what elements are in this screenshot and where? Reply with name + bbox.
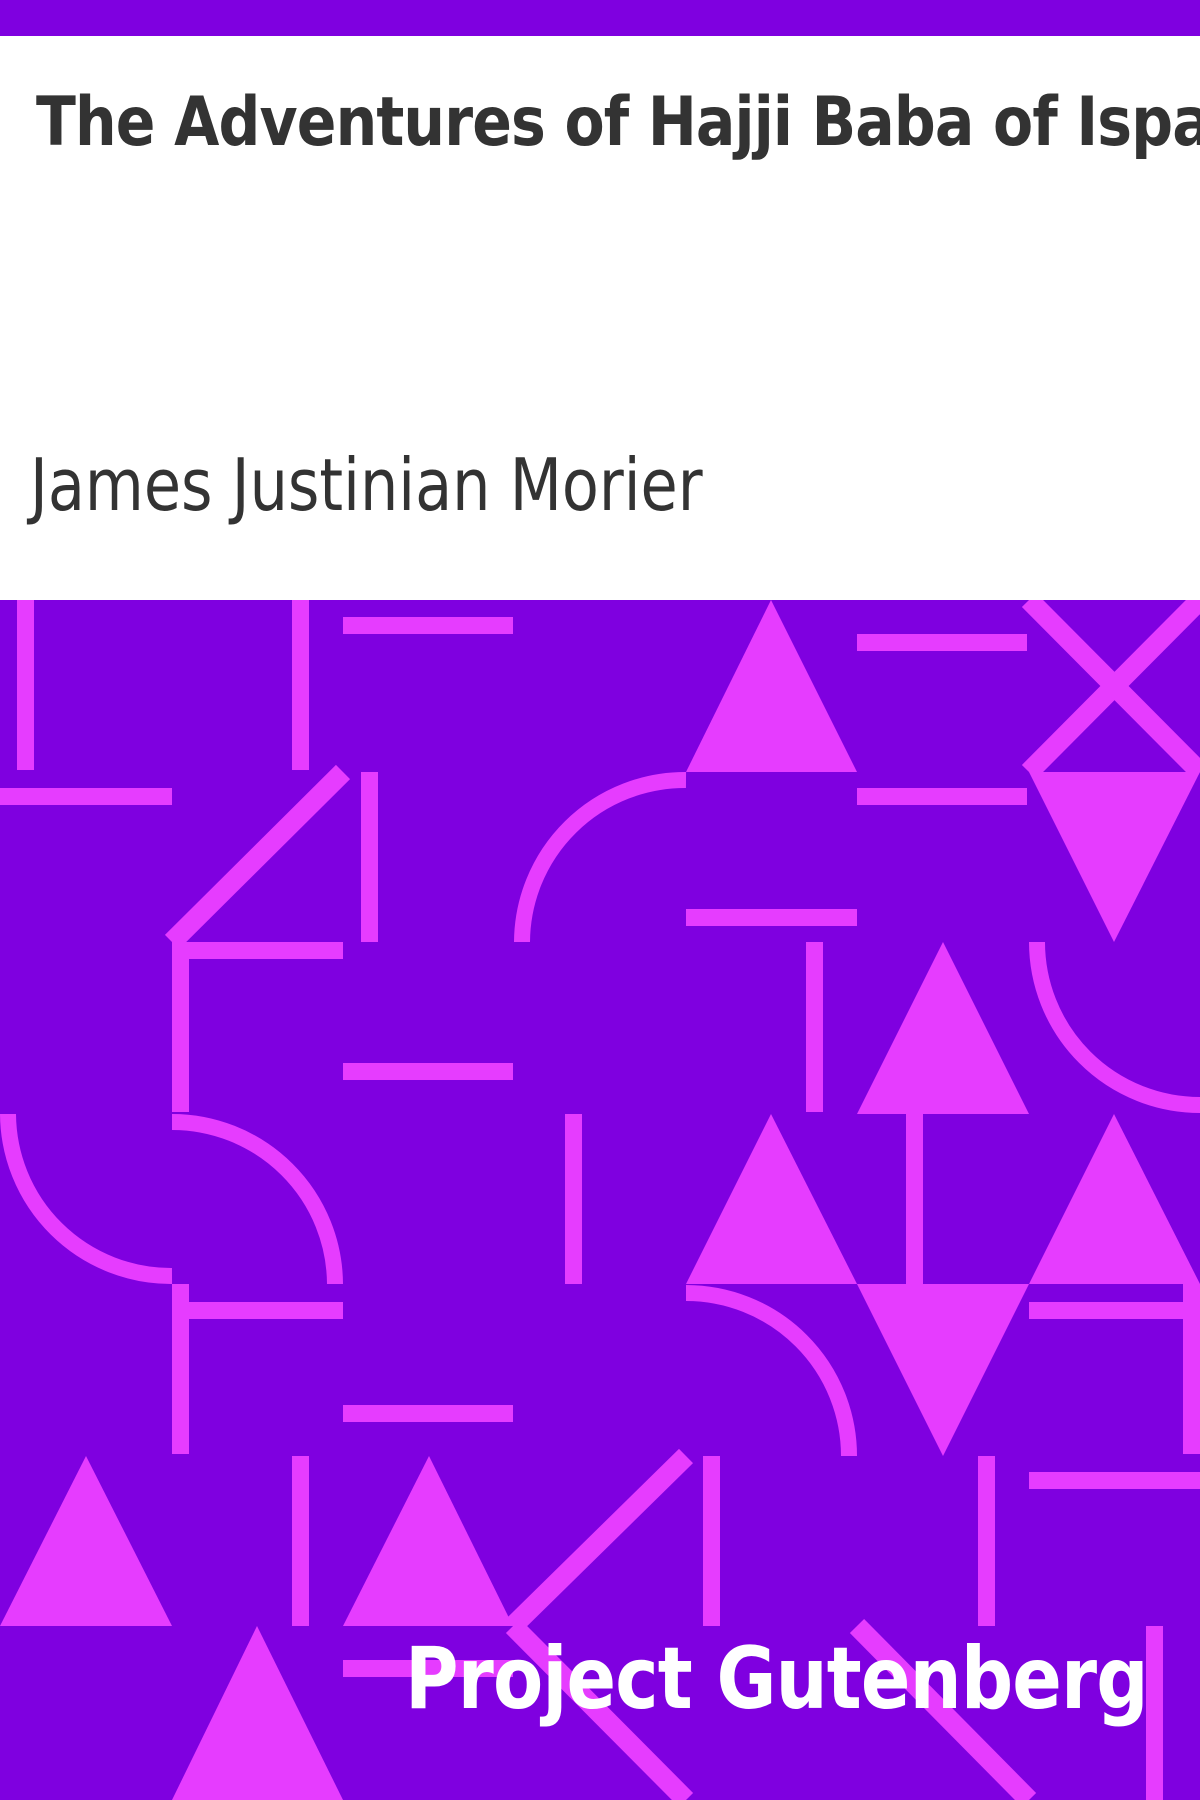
pattern-bar [857, 634, 1027, 651]
pattern-bar [17, 600, 34, 770]
pattern-bar [1146, 1626, 1163, 1800]
pattern-bar [343, 1063, 513, 1080]
geometric-pattern [0, 600, 1200, 1800]
book-author: James Justinian Morier [30, 443, 703, 527]
pattern-bar [857, 788, 1027, 805]
pattern-bar [565, 1114, 582, 1284]
pattern-bar [292, 600, 309, 770]
pattern-bar [172, 1302, 343, 1319]
pattern-bar [172, 942, 343, 959]
pattern-bar [343, 1405, 513, 1422]
pattern-bar [343, 617, 513, 634]
pattern-background [0, 600, 1200, 1800]
top-color-bar [0, 0, 1200, 36]
pattern-bar [686, 909, 857, 926]
pattern-bar [292, 1456, 309, 1626]
pattern-bar [703, 1456, 720, 1626]
pattern-bar [906, 1114, 923, 1284]
pattern-bar [361, 772, 378, 942]
book-title: The Adventures of Hajji Baba of Ispahan [36, 83, 1200, 162]
pattern-bar [0, 788, 172, 805]
pattern-bar [172, 942, 189, 1112]
pattern-bar [1029, 1472, 1200, 1489]
publisher-label: Project Gutenberg [405, 1629, 1148, 1729]
book-cover: The Adventures of Hajji Baba of Ispahan … [0, 0, 1200, 1800]
pattern-bar [806, 942, 823, 1112]
pattern-bar [1029, 1302, 1200, 1319]
pattern-bar [978, 1456, 995, 1626]
pattern-graphic [0, 600, 1200, 1800]
